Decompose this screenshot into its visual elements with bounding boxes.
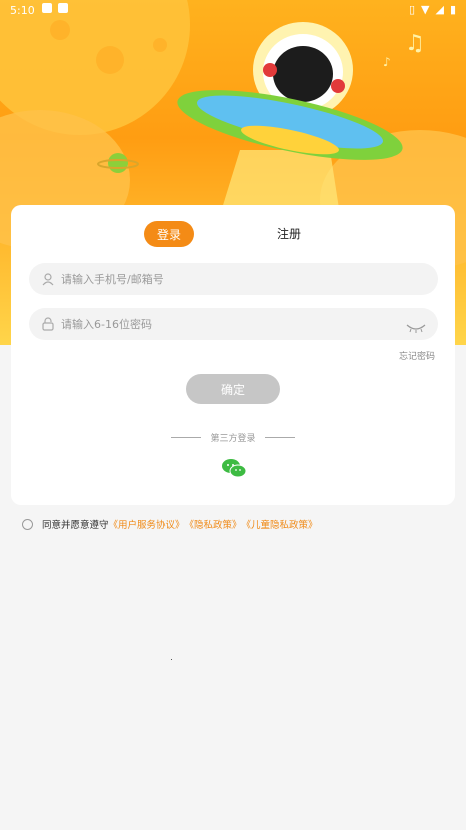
agreement-prefix: 同意并愿意遵守 xyxy=(42,520,109,531)
stray-dot xyxy=(171,659,172,660)
svg-text:♪: ♪ xyxy=(383,55,391,69)
password-input[interactable] xyxy=(61,317,381,331)
eye-closed-icon[interactable] xyxy=(406,318,426,337)
status-time: 5:10 xyxy=(10,4,35,17)
signal-icon: ◢ xyxy=(435,3,444,16)
battery-icon: ▮ xyxy=(449,3,456,16)
lock-icon xyxy=(41,317,55,331)
third-party-label: 第三方登录 xyxy=(210,434,256,444)
forgot-password-link[interactable]: 忘记密码 xyxy=(399,349,435,362)
agreement-row: 同意并愿意遵守 《用户服务协议》 《隐私政策》 《儿童隐私政策》 xyxy=(22,517,318,531)
user-icon xyxy=(41,272,55,286)
divider-line-left xyxy=(171,437,201,438)
svg-text:♫: ♫ xyxy=(405,31,425,56)
agree-radio[interactable] xyxy=(22,518,33,530)
status-bar: 5:10 ▯ ▼ ◢ ▮ xyxy=(0,0,466,22)
privacy-policy-link[interactable]: 《隐私政策》 xyxy=(185,517,242,531)
divider-line-right xyxy=(264,437,295,438)
user-agreement-link[interactable]: 《用户服务协议》 xyxy=(109,517,185,531)
wifi-icon: ▼ xyxy=(421,3,430,16)
account-input[interactable] xyxy=(61,272,381,286)
vibrate-icon: ▯ xyxy=(408,3,415,16)
login-card: 登录 注册 忘记密码 确定 第三方登录 xyxy=(11,205,455,505)
password-field[interactable] xyxy=(29,308,438,340)
app-notification-icon xyxy=(58,3,68,13)
third-party-divider: 第三方登录 xyxy=(171,431,295,444)
tab-login[interactable]: 登录 xyxy=(144,221,194,247)
account-field[interactable] xyxy=(29,263,438,295)
notification-icon xyxy=(42,3,52,13)
tab-register[interactable]: 注册 xyxy=(277,225,301,242)
wechat-login-icon[interactable] xyxy=(221,458,247,482)
confirm-button[interactable]: 确定 xyxy=(186,374,280,404)
child-privacy-link[interactable]: 《儿童隐私政策》 xyxy=(242,517,318,531)
